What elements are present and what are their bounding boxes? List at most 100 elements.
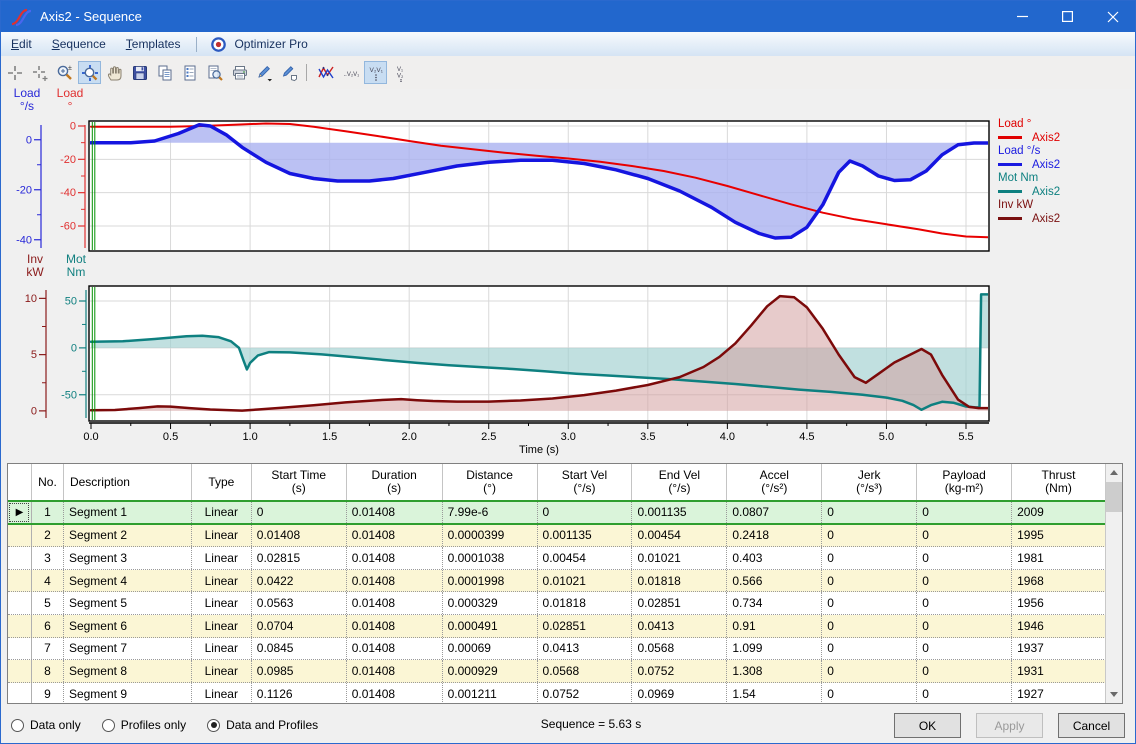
row-selector[interactable]: ▶ <box>8 502 32 523</box>
cell-dur[interactable]: 0.01408 <box>347 592 443 614</box>
table-row[interactable]: 6Segment 6Linear0.07040.014080.0004910.0… <box>8 615 1106 638</box>
cell-ev[interactable]: 0.0752 <box>632 660 727 682</box>
cell-dist[interactable]: 0.000929 <box>443 660 538 682</box>
column-header-no-[interactable]: No. <box>32 464 64 500</box>
cell-sv[interactable]: 0.02851 <box>538 615 633 637</box>
cell-dist[interactable]: 0.0000399 <box>443 525 538 547</box>
cell-desc[interactable]: Segment 2 <box>64 525 192 547</box>
cell-type[interactable]: Linear <box>192 547 252 569</box>
table-scrollbar[interactable] <box>1105 464 1122 703</box>
profiles-stacked-button[interactable]: V₁V₂ <box>389 61 412 84</box>
cell-payload[interactable]: 0 <box>917 615 1012 637</box>
print-preview-button[interactable] <box>203 61 226 84</box>
table-row[interactable]: 8Segment 8Linear0.09850.014080.0009290.0… <box>8 660 1106 683</box>
cell-dur[interactable]: 0.01408 <box>347 638 443 660</box>
cell-jerk[interactable]: 0 <box>822 525 917 547</box>
cell-thrust[interactable]: 1995 <box>1012 525 1106 547</box>
column-header-end-vel[interactable]: End Vel(°/s) <box>632 464 727 500</box>
cell-type[interactable]: Linear <box>192 660 252 682</box>
cancel-button[interactable]: Cancel <box>1058 713 1125 738</box>
cell-dur[interactable]: 0.01408 <box>347 615 443 637</box>
cell-payload[interactable]: 0 <box>917 502 1012 523</box>
column-header-accel[interactable]: Accel(°/s²) <box>727 464 822 500</box>
cell-type[interactable]: Linear <box>192 683 252 704</box>
cell-dist[interactable]: 0.0001038 <box>443 547 538 569</box>
cell-sv[interactable]: 0.0568 <box>538 660 633 682</box>
column-header-jerk[interactable]: Jerk(°/s³) <box>822 464 917 500</box>
cell-acc[interactable]: 1.099 <box>727 638 822 660</box>
cell-start[interactable]: 0.1126 <box>252 683 347 704</box>
column-header-thrust[interactable]: Thrust(Nm) <box>1012 464 1106 500</box>
column-header-start-time[interactable]: Start Time(s) <box>252 464 347 500</box>
cell-sv[interactable]: 0.001135 <box>538 525 633 547</box>
cell-no[interactable]: 2 <box>32 525 64 547</box>
cell-dist[interactable]: 7.99e-6 <box>443 502 538 523</box>
cell-sv[interactable]: 0.01818 <box>538 592 633 614</box>
cell-desc[interactable]: Segment 7 <box>64 638 192 660</box>
scrollbar-thumb[interactable] <box>1106 482 1122 512</box>
zoom-in-out-button[interactable]: ± <box>53 61 76 84</box>
cell-jerk[interactable]: 0 <box>822 592 917 614</box>
close-button[interactable] <box>1090 1 1135 32</box>
cell-ev[interactable]: 0.01021 <box>632 547 727 569</box>
zoom-extents-button[interactable] <box>78 61 101 84</box>
profiles-overlay-button[interactable]: V₂V₁ <box>364 61 387 84</box>
cell-dist[interactable]: 0.000491 <box>443 615 538 637</box>
draw-pen-button[interactable] <box>253 61 276 84</box>
cell-jerk[interactable]: 0 <box>822 547 917 569</box>
scroll-up-button[interactable] <box>1106 464 1122 481</box>
row-selector[interactable] <box>8 660 32 682</box>
row-selector[interactable] <box>8 615 32 637</box>
menu-edit[interactable]: Edit <box>1 33 42 55</box>
scroll-down-button[interactable] <box>1106 686 1122 703</box>
cell-jerk[interactable]: 0 <box>822 502 917 523</box>
cell-thrust[interactable]: 2009 <box>1012 502 1106 523</box>
table-row[interactable]: 7Segment 7Linear0.08450.014080.000690.04… <box>8 638 1106 661</box>
cell-acc[interactable]: 1.308 <box>727 660 822 682</box>
table-row[interactable]: 9Segment 9Linear0.11260.014080.0012110.0… <box>8 683 1106 704</box>
cell-dur[interactable]: 0.01408 <box>347 547 443 569</box>
cell-desc[interactable]: Segment 8 <box>64 660 192 682</box>
cell-payload[interactable]: 0 <box>917 547 1012 569</box>
column-header-type[interactable]: Type <box>192 464 252 500</box>
cell-thrust[interactable]: 1968 <box>1012 570 1106 592</box>
cell-desc[interactable]: Segment 1 <box>64 502 192 523</box>
menu-optimizer-pro[interactable]: Optimizer Pro <box>230 33 311 55</box>
cell-jerk[interactable]: 0 <box>822 683 917 704</box>
cell-start[interactable]: 0 <box>252 502 347 523</box>
cell-acc[interactable]: 0.566 <box>727 570 822 592</box>
cell-dur[interactable]: 0.01408 <box>347 570 443 592</box>
cell-ev[interactable]: 0.001135 <box>632 502 727 523</box>
cell-no[interactable]: 8 <box>32 660 64 682</box>
minimize-button[interactable] <box>1000 1 1045 32</box>
cell-no[interactable]: 6 <box>32 615 64 637</box>
add-cursor-button[interactable] <box>28 61 51 84</box>
cell-thrust[interactable]: 1927 <box>1012 683 1106 704</box>
cell-no[interactable]: 7 <box>32 638 64 660</box>
cell-thrust[interactable]: 1956 <box>1012 592 1106 614</box>
cell-payload[interactable]: 0 <box>917 570 1012 592</box>
cell-type[interactable]: Linear <box>192 570 252 592</box>
table-row[interactable]: 5Segment 5Linear0.05630.014080.0003290.0… <box>8 592 1106 615</box>
radio-data-only[interactable]: Data only <box>11 718 81 732</box>
cell-start[interactable]: 0.0563 <box>252 592 347 614</box>
column-header-duration[interactable]: Duration(s) <box>347 464 443 500</box>
cell-thrust[interactable]: 1981 <box>1012 547 1106 569</box>
cell-desc[interactable]: Segment 4 <box>64 570 192 592</box>
profiles-separate-button[interactable]: ..V₂V₁ <box>339 61 362 84</box>
plot-area[interactable] <box>89 121 989 251</box>
cell-jerk[interactable]: 0 <box>822 660 917 682</box>
cell-acc[interactable]: 1.54 <box>727 683 822 704</box>
row-selector[interactable] <box>8 525 32 547</box>
cell-desc[interactable]: Segment 6 <box>64 615 192 637</box>
cell-sv[interactable]: 0 <box>538 502 633 523</box>
cell-start[interactable]: 0.0422 <box>252 570 347 592</box>
report-button[interactable] <box>178 61 201 84</box>
cell-sv[interactable]: 0.00454 <box>538 547 633 569</box>
cell-payload[interactable]: 0 <box>917 592 1012 614</box>
cell-sv[interactable]: 0.01021 <box>538 570 633 592</box>
cell-no[interactable]: 4 <box>32 570 64 592</box>
row-selector[interactable] <box>8 638 32 660</box>
cell-dur[interactable]: 0.01408 <box>347 683 443 704</box>
cell-thrust[interactable]: 1931 <box>1012 660 1106 682</box>
